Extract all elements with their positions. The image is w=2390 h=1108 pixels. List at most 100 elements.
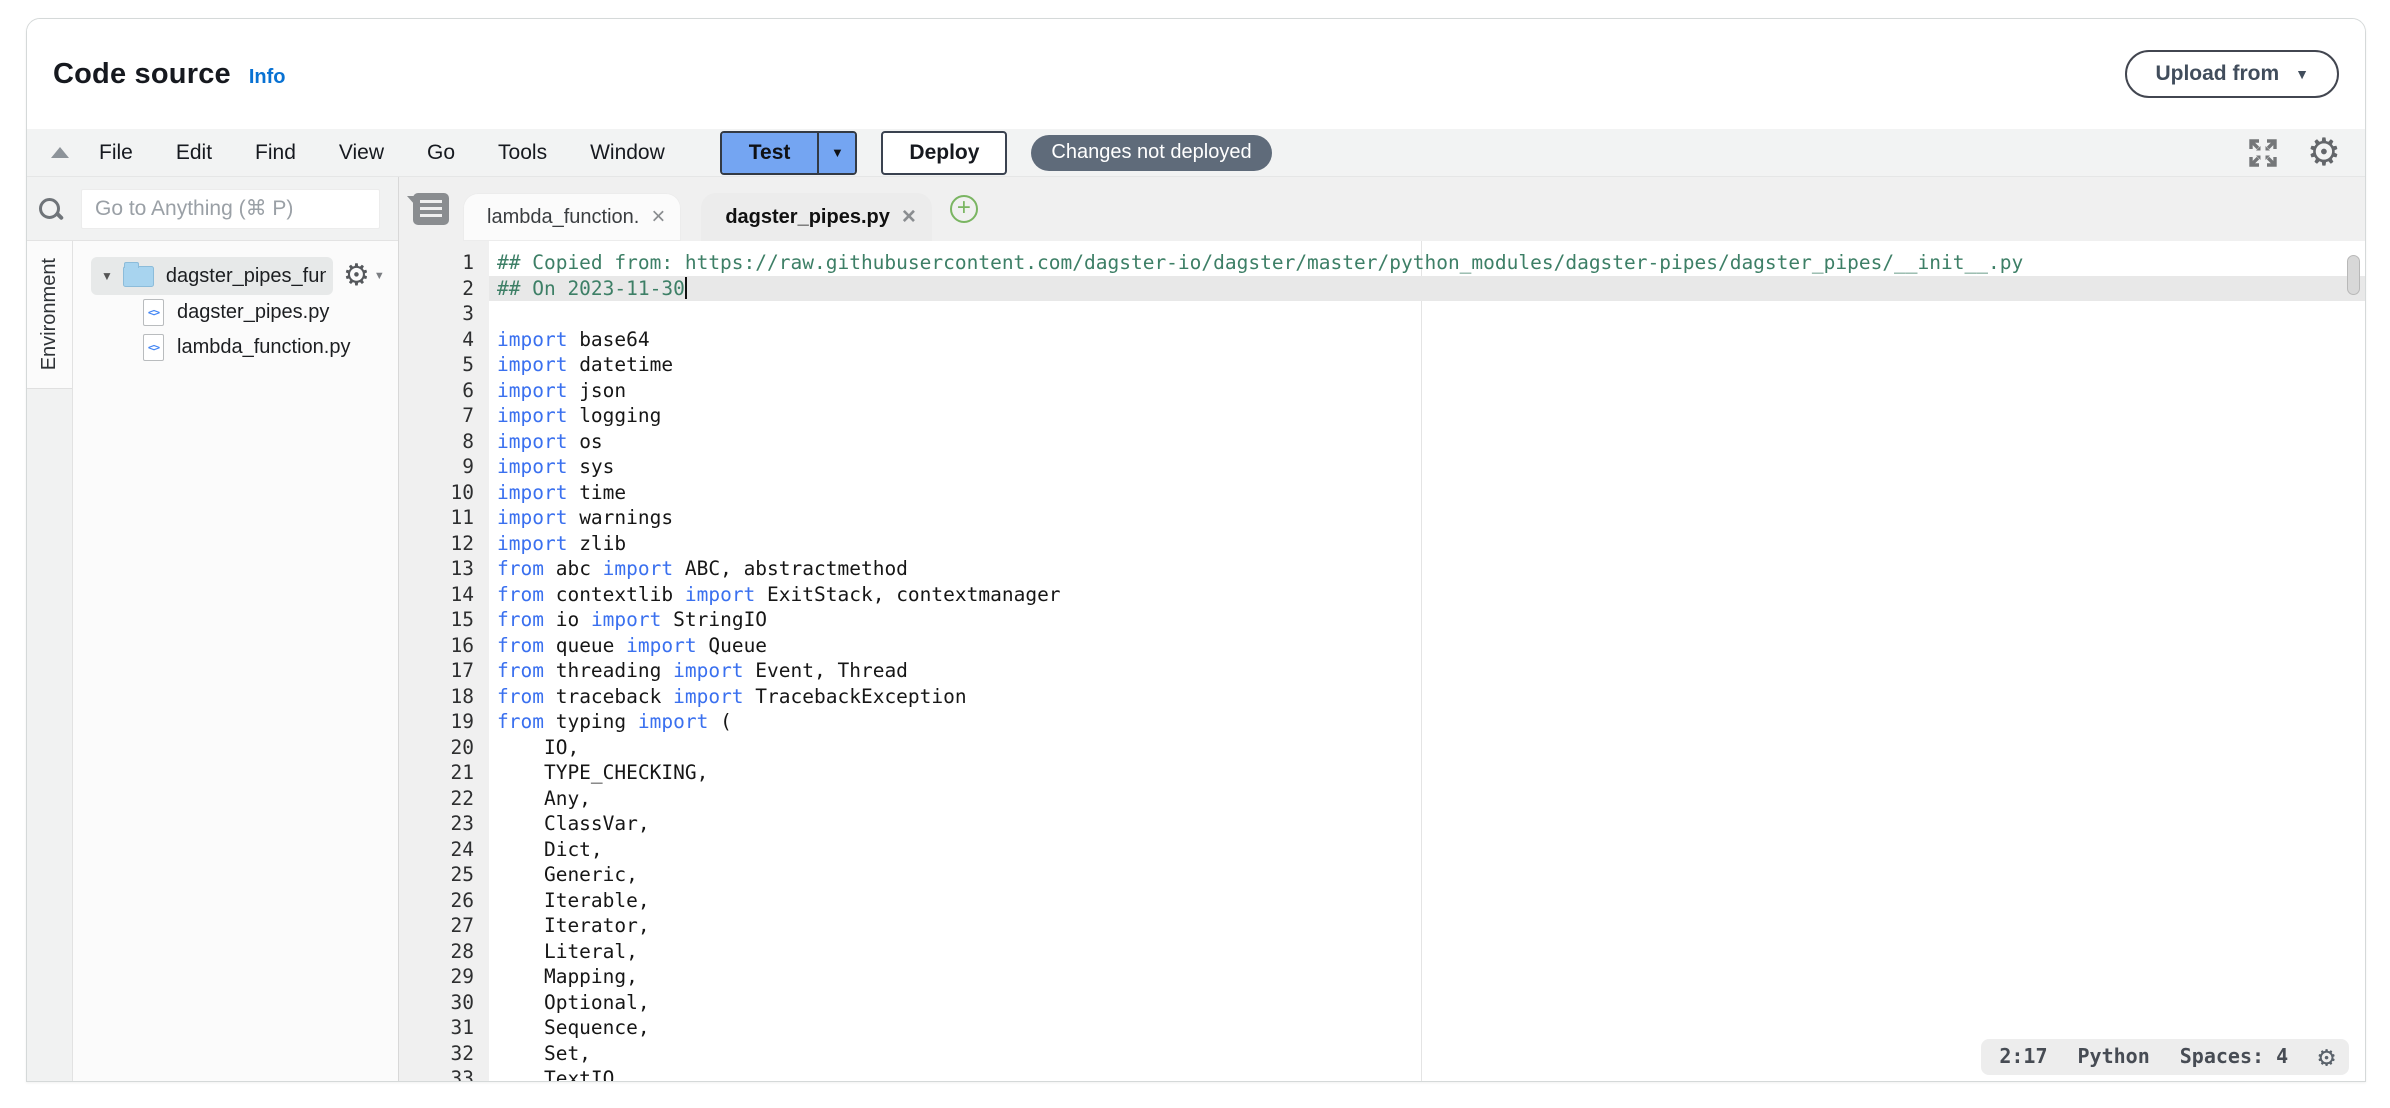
code-line[interactable]: import logging bbox=[489, 403, 2365, 429]
code-editor[interactable]: 1234567891011121314151617181920212223242… bbox=[399, 241, 2365, 1082]
menu-item-find[interactable]: Find bbox=[255, 141, 296, 165]
deploy-button[interactable]: Deploy bbox=[881, 131, 1007, 175]
new-tab-button[interactable]: + bbox=[950, 195, 978, 223]
line-number[interactable]: 4 bbox=[399, 327, 474, 353]
line-number[interactable]: 7 bbox=[399, 403, 474, 429]
line-number[interactable]: 8 bbox=[399, 429, 474, 455]
line-number[interactable]: 6 bbox=[399, 378, 474, 404]
vertical-scrollbar-thumb[interactable] bbox=[2347, 255, 2360, 295]
test-dropdown-button[interactable]: ▼ bbox=[817, 133, 855, 173]
tab-size[interactable]: Spaces: 4 bbox=[2180, 1044, 2288, 1070]
line-number[interactable]: 30 bbox=[399, 990, 474, 1016]
editor-tab-dagster_pipes.py[interactable]: dagster_pipes.py× bbox=[701, 193, 932, 241]
code-line[interactable]: import sys bbox=[489, 454, 2365, 480]
close-tab-icon[interactable]: × bbox=[651, 205, 665, 229]
code-area[interactable]: ## Copied from: https://raw.githubuserco… bbox=[489, 241, 2365, 1082]
code-line[interactable]: Literal, bbox=[489, 939, 2365, 965]
menu-item-go[interactable]: Go bbox=[427, 141, 455, 165]
line-number[interactable]: 12 bbox=[399, 531, 474, 557]
line-number[interactable]: 26 bbox=[399, 888, 474, 914]
line-number[interactable]: 21 bbox=[399, 760, 474, 786]
menu-item-file[interactable]: File bbox=[99, 141, 133, 165]
code-line[interactable]: Any, bbox=[489, 786, 2365, 812]
folder-expand-caret-icon[interactable]: ▼ bbox=[101, 269, 113, 283]
code-line[interactable]: IO, bbox=[489, 735, 2365, 761]
line-number[interactable]: 2 bbox=[399, 276, 474, 302]
line-number[interactable]: 9 bbox=[399, 454, 474, 480]
line-number[interactable]: 3 bbox=[399, 301, 474, 327]
fullscreen-icon[interactable] bbox=[2247, 137, 2279, 169]
line-number[interactable]: 5 bbox=[399, 352, 474, 378]
line-number[interactable]: 28 bbox=[399, 939, 474, 965]
code-line[interactable]: ## Copied from: https://raw.githubuserco… bbox=[489, 250, 2365, 276]
editor-tab-lambda_function.[interactable]: lambda_function.× bbox=[463, 193, 681, 241]
code-line[interactable]: from abc import ABC, abstractmethod bbox=[489, 556, 2365, 582]
line-number[interactable]: 27 bbox=[399, 913, 474, 939]
code-line[interactable]: Optional, bbox=[489, 990, 2365, 1016]
code-line[interactable]: import zlib bbox=[489, 531, 2365, 557]
line-number[interactable]: 18 bbox=[399, 684, 474, 710]
line-number[interactable]: 31 bbox=[399, 1015, 474, 1041]
line-number[interactable]: 1 bbox=[399, 250, 474, 276]
upload-from-button[interactable]: Upload from ▼ bbox=[2125, 50, 2339, 98]
tree-folder-row[interactable]: ▼ dagster_pipes_funct bbox=[91, 257, 333, 295]
code-line[interactable]: from io import StringIO bbox=[489, 607, 2365, 633]
environment-tab[interactable]: Environment bbox=[27, 241, 72, 389]
cursor-position[interactable]: 2:17 bbox=[1999, 1044, 2047, 1070]
info-link[interactable]: Info bbox=[249, 66, 286, 89]
code-line[interactable]: Iterator, bbox=[489, 913, 2365, 939]
line-number[interactable]: 33 bbox=[399, 1066, 474, 1082]
go-to-anything-input[interactable] bbox=[81, 189, 380, 229]
code-line[interactable]: Dict, bbox=[489, 837, 2365, 863]
test-split-button[interactable]: Test ▼ bbox=[720, 131, 858, 175]
line-number[interactable]: 11 bbox=[399, 505, 474, 531]
line-number[interactable]: 17 bbox=[399, 658, 474, 684]
code-line[interactable]: TYPE_CHECKING, bbox=[489, 760, 2365, 786]
code-line[interactable]: import datetime bbox=[489, 352, 2365, 378]
code-line[interactable] bbox=[489, 301, 2365, 327]
line-number[interactable]: 10 bbox=[399, 480, 474, 506]
menu-item-tools[interactable]: Tools bbox=[498, 141, 547, 165]
menu-item-view[interactable]: View bbox=[339, 141, 384, 165]
line-number[interactable]: 14 bbox=[399, 582, 474, 608]
code-line[interactable]: Generic, bbox=[489, 862, 2365, 888]
code-line[interactable]: from contextlib import ExitStack, contex… bbox=[489, 582, 2365, 608]
line-number[interactable]: 23 bbox=[399, 811, 474, 837]
tab-list-icon[interactable] bbox=[413, 193, 449, 225]
menu-item-window[interactable]: Window bbox=[590, 141, 665, 165]
code-line[interactable]: Iterable, bbox=[489, 888, 2365, 914]
code-line[interactable]: from typing import ( bbox=[489, 709, 2365, 735]
editor-settings-gear-icon[interactable]: ⚙ bbox=[2307, 134, 2341, 172]
tree-settings-gear-icon[interactable]: ⚙ bbox=[343, 261, 370, 291]
line-number[interactable]: 15 bbox=[399, 607, 474, 633]
line-number[interactable]: 22 bbox=[399, 786, 474, 812]
line-number[interactable]: 13 bbox=[399, 556, 474, 582]
code-line[interactable]: import base64 bbox=[489, 327, 2365, 353]
tree-file-row[interactable]: <>dagster_pipes.py bbox=[73, 295, 398, 330]
line-number[interactable]: 25 bbox=[399, 862, 474, 888]
line-number[interactable]: 16 bbox=[399, 633, 474, 659]
menu-item-edit[interactable]: Edit bbox=[176, 141, 212, 165]
line-number[interactable]: 29 bbox=[399, 964, 474, 990]
code-line[interactable]: import time bbox=[489, 480, 2365, 506]
code-line[interactable]: ## On 2023-11-30 bbox=[489, 276, 2365, 302]
line-number[interactable]: 24 bbox=[399, 837, 474, 863]
code-line[interactable]: import warnings bbox=[489, 505, 2365, 531]
line-number-gutter[interactable]: 1234567891011121314151617181920212223242… bbox=[399, 241, 489, 1082]
test-button[interactable]: Test bbox=[722, 133, 818, 173]
code-line[interactable]: import json bbox=[489, 378, 2365, 404]
line-number[interactable]: 19 bbox=[399, 709, 474, 735]
status-settings-gear-icon[interactable]: ⚙ bbox=[2318, 1043, 2335, 1071]
code-line[interactable]: from traceback import TracebackException bbox=[489, 684, 2365, 710]
syntax-mode[interactable]: Python bbox=[2078, 1044, 2150, 1070]
code-line[interactable]: Mapping, bbox=[489, 964, 2365, 990]
code-line[interactable]: ClassVar, bbox=[489, 811, 2365, 837]
line-number[interactable]: 20 bbox=[399, 735, 474, 761]
tree-file-row[interactable]: <>lambda_function.py bbox=[73, 330, 398, 365]
line-number[interactable]: 32 bbox=[399, 1041, 474, 1067]
code-line[interactable]: from queue import Queue bbox=[489, 633, 2365, 659]
chevron-down-icon[interactable]: ▼ bbox=[374, 270, 385, 282]
close-tab-icon[interactable]: × bbox=[902, 205, 916, 229]
code-line[interactable]: Sequence, bbox=[489, 1015, 2365, 1041]
code-line[interactable]: from threading import Event, Thread bbox=[489, 658, 2365, 684]
